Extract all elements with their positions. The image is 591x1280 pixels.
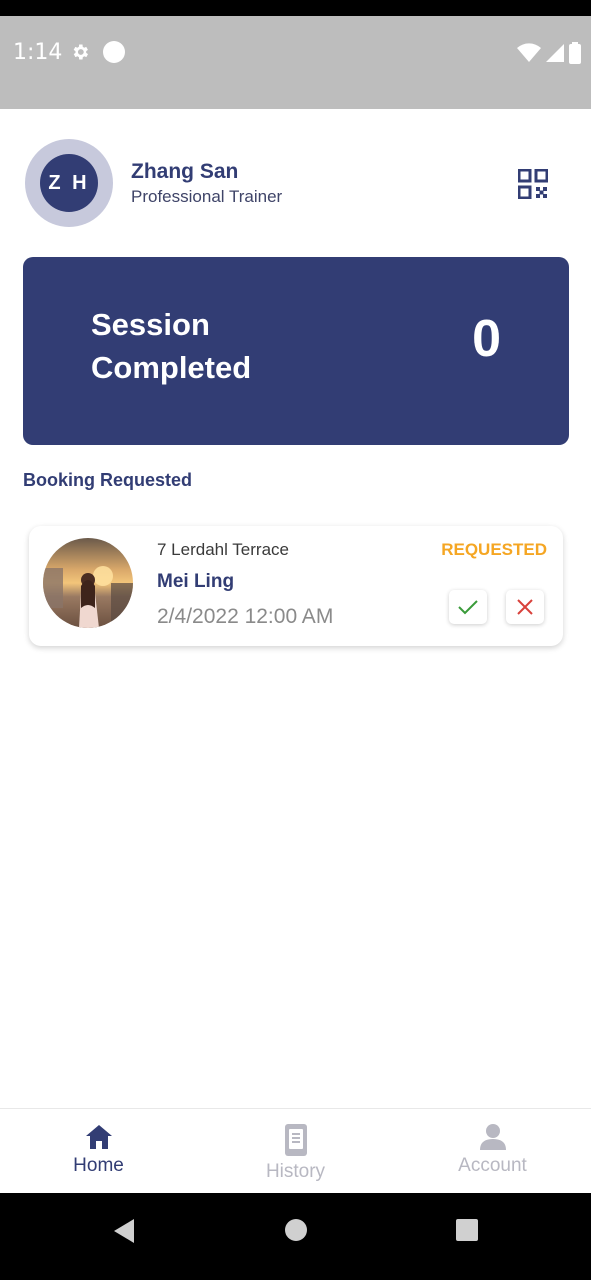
- avatar[interactable]: Z H: [25, 139, 113, 227]
- home-icon: [85, 1125, 112, 1149]
- android-navigation-bar: [0, 1193, 591, 1280]
- wifi-icon: [517, 43, 541, 62]
- user-role: Professional Trainer: [131, 187, 283, 206]
- nav-home[interactable]: Home: [0, 1109, 197, 1193]
- bottom-navigation: Home History Account: [0, 1108, 591, 1193]
- settings-gear-icon: [73, 44, 88, 60]
- avatar-initials: Z H: [40, 154, 98, 212]
- close-icon: [517, 599, 533, 615]
- booking-status-badge: REQUESTED: [441, 540, 547, 559]
- booking-card[interactable]: 7 Lerdahl Terrace Mei Ling 2/4/2022 12:0…: [29, 526, 563, 646]
- session-completed-count: 0: [472, 310, 501, 368]
- nav-history-label: History: [265, 1161, 326, 1182]
- session-completed-card: Session Completed 0: [23, 257, 569, 445]
- booking-client-name: Mei Ling: [157, 571, 235, 592]
- client-photo: [43, 538, 133, 628]
- account-icon: [479, 1124, 506, 1150]
- reject-booking-button[interactable]: [506, 590, 544, 624]
- profile-header: Z H Zhang San Professional Trainer: [0, 109, 591, 244]
- top-black-bar: [0, 0, 591, 16]
- nav-account-label: Account: [458, 1155, 527, 1176]
- client-photo-image: [43, 538, 133, 628]
- nav-home-label: Home: [73, 1155, 124, 1176]
- battery-icon: [569, 42, 581, 64]
- history-icon: [284, 1124, 307, 1156]
- check-icon: [458, 600, 478, 615]
- session-completed-label: Session Completed: [91, 307, 252, 385]
- booking-requested-title: Booking Requested: [23, 470, 193, 490]
- back-icon[interactable]: [112, 1218, 136, 1244]
- nav-history[interactable]: History: [197, 1109, 394, 1193]
- status-icons: [517, 42, 581, 64]
- status-time: 1:14: [13, 40, 63, 65]
- notification-dot-icon: [103, 41, 125, 63]
- recents-icon[interactable]: [455, 1218, 479, 1242]
- booking-address: 7 Lerdahl Terrace: [157, 540, 289, 559]
- booking-datetime: 2/4/2022 12:00 AM: [157, 605, 334, 628]
- signal-icon: [546, 44, 564, 62]
- nav-account[interactable]: Account: [394, 1109, 591, 1193]
- home-circle-icon[interactable]: [284, 1218, 308, 1242]
- status-bar: 1:14: [0, 16, 591, 109]
- accept-booking-button[interactable]: [449, 590, 487, 624]
- qr-code-icon[interactable]: [518, 169, 548, 199]
- user-name: Zhang San: [131, 160, 239, 183]
